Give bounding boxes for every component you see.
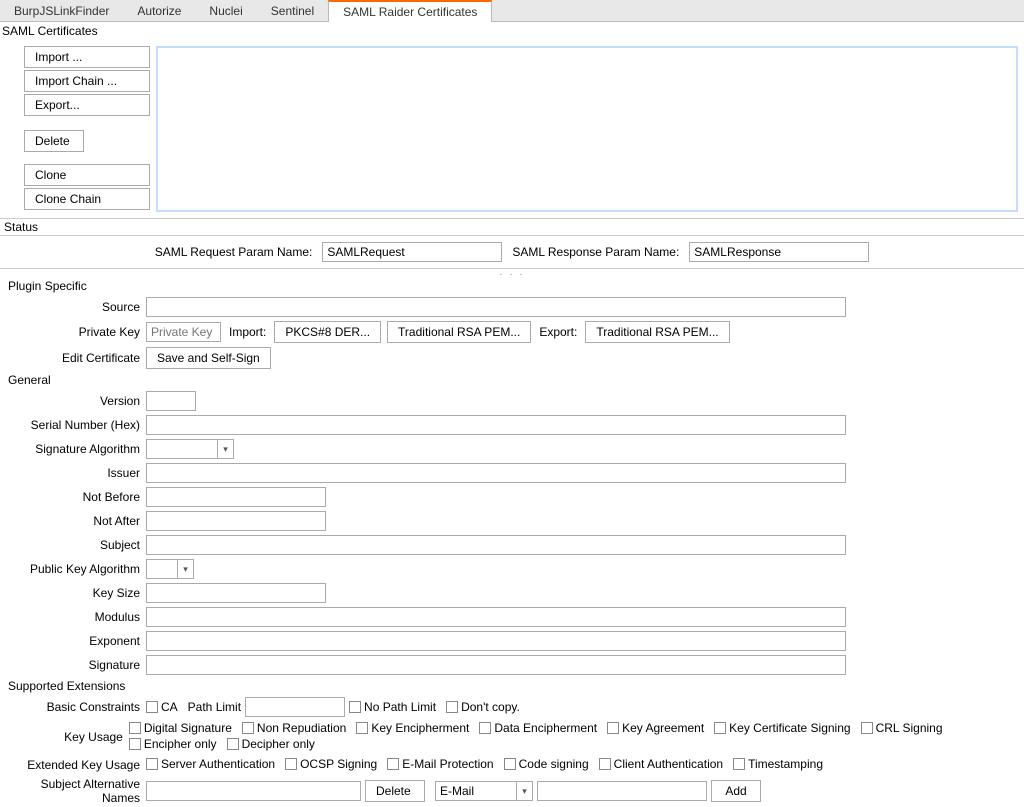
export-traditional-rsa-button[interactable]: Traditional RSA PEM... (585, 321, 729, 343)
import-traditional-rsa-button[interactable]: Traditional RSA PEM... (387, 321, 531, 343)
san-label: Subject Alternative Names (6, 777, 146, 805)
tab-nuclei[interactable]: Nuclei (195, 1, 256, 21)
signature-algorithm-combo[interactable]: ▾ (146, 439, 234, 459)
extended-key-usage-label: Extended Key Usage (6, 758, 146, 772)
ext-key-usage-checkbox[interactable]: E-Mail Protection (387, 757, 493, 771)
clone-button[interactable]: Clone (24, 164, 150, 186)
key-size-input[interactable] (146, 583, 326, 603)
import-label: Import: (229, 325, 266, 339)
tab-autorize[interactable]: Autorize (123, 1, 195, 21)
delete-button[interactable]: Delete (24, 130, 84, 152)
key-usage-container: Digital Signature Non Repudiation Key Enci… (129, 721, 1018, 753)
export-button[interactable]: Export... (24, 94, 150, 116)
path-limit-input[interactable] (245, 697, 345, 717)
key-usage-checkbox[interactable]: Key Certificate Signing (714, 721, 850, 735)
tab-saml-raider-certificates[interactable]: SAML Raider Certificates (328, 0, 492, 22)
exponent-input[interactable] (146, 631, 846, 651)
key-usage-checkbox[interactable]: Non Repudiation (242, 721, 346, 735)
tab-sentinel[interactable]: Sentinel (257, 1, 328, 21)
tab-bar: BurpJSLinkFinder Autorize Nuclei Sentine… (0, 0, 1024, 22)
modulus-label: Modulus (6, 610, 146, 624)
splitter-grip[interactable]: · · · (0, 269, 1024, 277)
key-usage-label: Key Usage (6, 730, 129, 744)
modulus-input[interactable] (146, 607, 846, 627)
extended-key-usage-container: Server Authentication OCSP Signing E-Mail … (146, 757, 833, 773)
chevron-down-icon[interactable]: ▾ (217, 440, 233, 458)
import-chain-button[interactable]: Import Chain ... (24, 70, 150, 92)
subject-label: Subject (6, 538, 146, 552)
public-key-algorithm-input[interactable] (147, 560, 177, 578)
san-value-input[interactable] (537, 781, 707, 801)
version-label: Version (6, 394, 146, 408)
key-usage-checkbox[interactable]: Key Encipherment (356, 721, 469, 735)
key-usage-checkbox[interactable]: CRL Signing (861, 721, 943, 735)
version-input[interactable] (146, 391, 196, 411)
signature-label: Signature (6, 658, 146, 672)
not-after-input[interactable] (146, 511, 326, 531)
not-after-label: Not After (6, 514, 146, 528)
saml-response-input[interactable] (689, 242, 869, 262)
certificate-button-panel: Import ... Import Chain ... Export... De… (0, 40, 150, 218)
signature-algorithm-label: Signature Algorithm (6, 442, 146, 456)
san-add-button[interactable]: Add (711, 780, 761, 802)
san-type-input[interactable] (436, 782, 516, 800)
param-row: SAML Request Param Name: SAML Response P… (0, 236, 1024, 269)
key-size-label: Key Size (6, 586, 146, 600)
source-input[interactable] (146, 297, 846, 317)
ext-key-usage-checkbox[interactable]: OCSP Signing (285, 757, 377, 771)
serial-number-input[interactable] (146, 415, 846, 435)
san-delete-button[interactable]: Delete (365, 780, 425, 802)
chevron-down-icon[interactable]: ▾ (177, 560, 193, 578)
not-before-label: Not Before (6, 490, 146, 504)
issuer-label: Issuer (6, 466, 146, 480)
saml-response-label: SAML Response Param Name: (512, 245, 679, 259)
edit-certificate-label: Edit Certificate (6, 351, 146, 365)
ext-key-usage-checkbox[interactable]: Code signing (504, 757, 589, 771)
ca-checkbox[interactable]: CA (146, 700, 178, 714)
signature-algorithm-input[interactable] (147, 440, 217, 458)
certificate-list[interactable] (156, 46, 1018, 212)
not-before-input[interactable] (146, 487, 326, 507)
tab-burpjslinkfinder[interactable]: BurpJSLinkFinder (0, 1, 123, 21)
san-input[interactable] (146, 781, 361, 801)
subject-input[interactable] (146, 535, 846, 555)
dont-copy-checkbox[interactable]: Don't copy. (446, 700, 520, 714)
private-key-label: Private Key (6, 325, 146, 339)
public-key-algorithm-label: Public Key Algorithm (6, 562, 146, 576)
status-label: Status (0, 218, 1024, 236)
saml-request-input[interactable] (322, 242, 502, 262)
export-label: Export: (539, 325, 577, 339)
saml-request-label: SAML Request Param Name: (155, 245, 313, 259)
signature-input[interactable] (146, 655, 846, 675)
key-usage-checkbox[interactable]: Digital Signature (129, 721, 232, 735)
saml-certificates-header: SAML Certificates (0, 22, 1024, 40)
ext-key-usage-checkbox[interactable]: Timestamping (733, 757, 823, 771)
basic-constraints-label: Basic Constraints (6, 700, 146, 714)
clone-chain-button[interactable]: Clone Chain (24, 188, 150, 210)
exponent-label: Exponent (6, 634, 146, 648)
key-usage-checkbox[interactable]: Decipher only (227, 737, 315, 751)
ext-key-usage-checkbox[interactable]: Client Authentication (599, 757, 723, 771)
private-key-input (146, 322, 221, 342)
path-limit-label: Path Limit (188, 700, 241, 714)
public-key-algorithm-combo[interactable]: ▾ (146, 559, 194, 579)
general-header: General (6, 371, 1018, 389)
save-self-sign-button[interactable]: Save and Self-Sign (146, 347, 271, 369)
no-path-limit-checkbox[interactable]: No Path Limit (349, 700, 436, 714)
key-usage-checkbox[interactable]: Encipher only (129, 737, 217, 751)
key-usage-checkbox[interactable]: Data Encipherment (479, 721, 597, 735)
chevron-down-icon[interactable]: ▾ (516, 782, 532, 800)
ext-key-usage-checkbox[interactable]: Server Authentication (146, 757, 275, 771)
import-pkcs8-button[interactable]: PKCS#8 DER... (274, 321, 381, 343)
key-usage-checkbox[interactable]: Key Agreement (607, 721, 704, 735)
supported-extensions-header: Supported Extensions (6, 677, 1018, 695)
import-button[interactable]: Import ... (24, 46, 150, 68)
san-type-combo[interactable]: ▾ (435, 781, 533, 801)
source-label: Source (6, 300, 146, 314)
serial-number-label: Serial Number (Hex) (6, 418, 146, 432)
issuer-input[interactable] (146, 463, 846, 483)
